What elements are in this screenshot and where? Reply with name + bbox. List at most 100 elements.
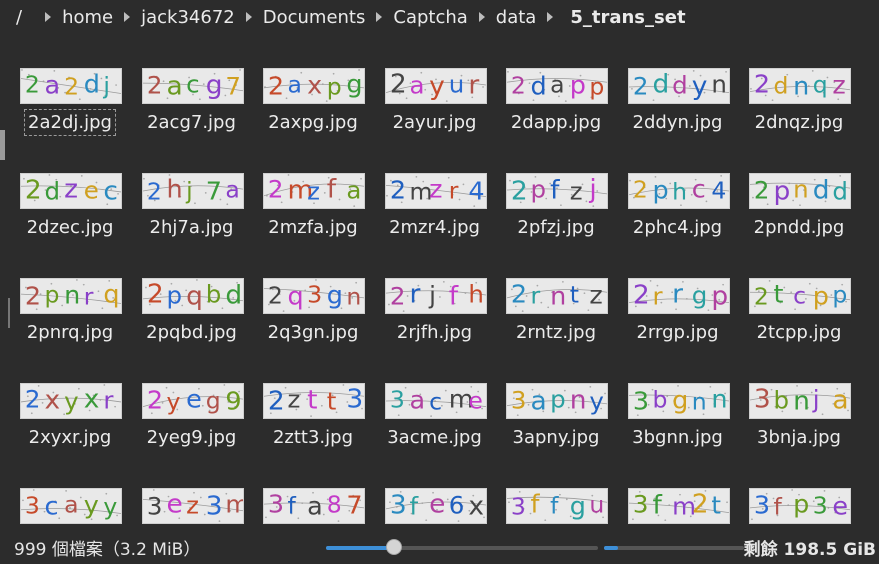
file-item[interactable]: 3 b n j a 3bnja.jpg <box>739 381 859 481</box>
captcha-glyph: x <box>307 71 322 99</box>
captcha-glyph: 9 <box>225 387 241 415</box>
captcha-glyph: 3 <box>813 494 828 520</box>
noise-dot <box>320 404 323 407</box>
file-item[interactable]: 2 r r g p 2rrgp.jpg <box>618 276 738 376</box>
captcha-glyph: t <box>711 492 721 519</box>
captcha-glyph: 7 <box>225 73 241 100</box>
captcha-glyph: t <box>307 386 317 415</box>
captcha-glyph: f <box>652 491 662 520</box>
captcha-glyph: y <box>429 72 445 101</box>
file-name: 2rjfh.jpg <box>375 322 495 343</box>
file-item[interactable]: 2 h j 7 a 2hj7a.jpg <box>132 171 252 271</box>
noise-dot <box>527 403 530 406</box>
captcha-glyph: e <box>186 385 202 413</box>
scroll-indicator[interactable] <box>0 130 5 160</box>
noise-dot <box>100 77 103 80</box>
captcha-glyph: d <box>813 176 830 205</box>
breadcrumb-item-user[interactable]: jack34672 <box>140 7 236 28</box>
captcha-glyph: 3 <box>389 388 404 414</box>
file-item[interactable]: 2 m z f a 2mzfa.jpg <box>253 171 373 271</box>
file-name: 2tcpp.jpg <box>739 322 859 343</box>
captcha-glyph: 2 <box>511 280 527 308</box>
file-item[interactable]: 2 r n t z 2rntz.jpg <box>496 276 616 376</box>
file-thumbnail: 3ez3m <box>141 488 244 524</box>
file-item[interactable]: 2 d n q z 2dnqz.jpg <box>739 66 859 166</box>
file-item[interactable]: 3cayy <box>10 486 130 530</box>
captcha-glyph: z <box>307 178 320 205</box>
file-item[interactable]: 2 t c p p 2tcpp.jpg <box>739 276 859 376</box>
file-item[interactable]: 2 m z r 4 2mzr4.jpg <box>375 171 495 271</box>
noise-dot <box>284 386 287 389</box>
zoom-slider[interactable] <box>326 539 598 555</box>
file-view[interactable]: 2 a 2 d j 2a2dj.jpg 2 a c g 7 2acg7.jpg 2 a x p g 2axpg.j… <box>0 34 879 530</box>
breadcrumb-item-data[interactable]: data <box>495 7 538 28</box>
breadcrumb-root[interactable]: / <box>15 7 23 28</box>
file-name-text: 2phc4.jpg <box>632 217 723 238</box>
noise-dot <box>429 415 432 417</box>
file-item[interactable]: 2 z t t 3 2ztt3.jpg <box>253 381 373 481</box>
noise-dot <box>65 490 67 492</box>
file-item[interactable]: 2 y e g 9 2yeg9.jpg <box>132 381 252 481</box>
noise-dot <box>79 496 82 499</box>
captcha-glyph: 2 <box>25 386 41 413</box>
file-item[interactable]: 2 r j f h 2rjfh.jpg <box>375 276 495 376</box>
noise-dot <box>193 202 196 205</box>
file-item[interactable]: 2 p f z j 2pfzj.jpg <box>496 171 616 271</box>
file-item[interactable]: 2 a c g 7 2acg7.jpg <box>132 66 252 166</box>
file-item[interactable]: 3 b g n n 3bgnn.jpg <box>618 381 738 481</box>
file-name: 2rntz.jpg <box>496 322 616 343</box>
captcha-glyph: a <box>409 386 425 414</box>
captcha-glyph: p <box>774 177 791 206</box>
captcha-glyph: d <box>774 74 789 100</box>
noise-dot <box>458 198 460 201</box>
file-item[interactable]: 2 d d y n 2ddyn.jpg <box>618 66 738 166</box>
file-item[interactable]: 2 d a p p 2dapp.jpg <box>496 66 616 166</box>
captcha-glyph: f <box>774 495 783 521</box>
file-item[interactable]: 2 p n d d 2pndd.jpg <box>739 171 859 271</box>
file-item[interactable]: 2 q 3 g n 2q3gn.jpg <box>253 276 373 376</box>
breadcrumb-item-documents[interactable]: Documents <box>262 7 367 28</box>
file-item[interactable]: 3 a c m e 3acme.jpg <box>375 381 495 481</box>
captcha-glyph: c <box>103 177 118 206</box>
file-item[interactable]: 2 a y u r 2ayur.jpg <box>375 66 495 166</box>
captcha-glyph: p <box>166 282 182 309</box>
breadcrumb-item-captcha[interactable]: Captcha <box>392 7 468 28</box>
breadcrumb-item-label: home <box>62 6 114 28</box>
captcha-glyph: 2 <box>632 281 649 310</box>
noise-dot <box>97 290 100 293</box>
noise-dot <box>201 404 204 407</box>
file-item[interactable]: 2 a 2 d j 2a2dj.jpg <box>10 66 130 166</box>
file-item[interactable]: 3ez3m <box>132 486 252 530</box>
captcha-glyph: 8 <box>327 493 342 519</box>
file-item[interactable]: 2 a x p g 2axpg.jpg <box>253 66 373 166</box>
noise-dot <box>322 513 325 516</box>
captcha-glyph: p <box>531 176 547 203</box>
file-item[interactable]: 2 x y x r 2xyxr.jpg <box>10 381 130 481</box>
noise-dot <box>547 306 550 309</box>
breadcrumb-current[interactable]: 5_trans_set <box>569 7 686 28</box>
file-name: 2q3gn.jpg <box>253 322 373 343</box>
file-item[interactable]: 3 a p n y 3apny.jpg <box>496 381 616 481</box>
file-item[interactable]: 3fe6x <box>375 486 495 530</box>
captcha-glyph: c <box>45 492 59 520</box>
captcha-glyph: n <box>793 72 809 100</box>
file-item[interactable]: 3fm2t <box>618 486 738 530</box>
captcha-glyph: a <box>307 492 323 520</box>
breadcrumb-item-home[interactable]: home <box>61 7 114 28</box>
noise-dot <box>540 301 543 304</box>
noise-dot <box>323 192 326 194</box>
file-item[interactable]: 3ffgu <box>496 486 616 530</box>
file-item[interactable]: 3fp3e <box>739 486 859 530</box>
file-item[interactable]: 2 p n r q 2pnrq.jpg <box>10 276 130 376</box>
captcha-glyph: 2 <box>146 72 162 99</box>
file-item[interactable]: 2 p h c 4 2phc4.jpg <box>618 171 738 271</box>
disk-usage-bar <box>604 546 744 550</box>
file-item[interactable]: 2 d z e c 2dzec.jpg <box>10 171 130 271</box>
zoom-slider-handle[interactable] <box>386 539 402 555</box>
file-thumbnail: 2ddyn <box>627 68 730 104</box>
noise-dot <box>353 205 356 207</box>
file-name: 2mzfa.jpg <box>253 217 373 238</box>
file-item[interactable]: 3fa87 <box>253 486 373 530</box>
file-item[interactable]: 2 p q b d 2pqbd.jpg <box>132 276 252 376</box>
file-name-text: 2pnrq.jpg <box>26 322 114 343</box>
